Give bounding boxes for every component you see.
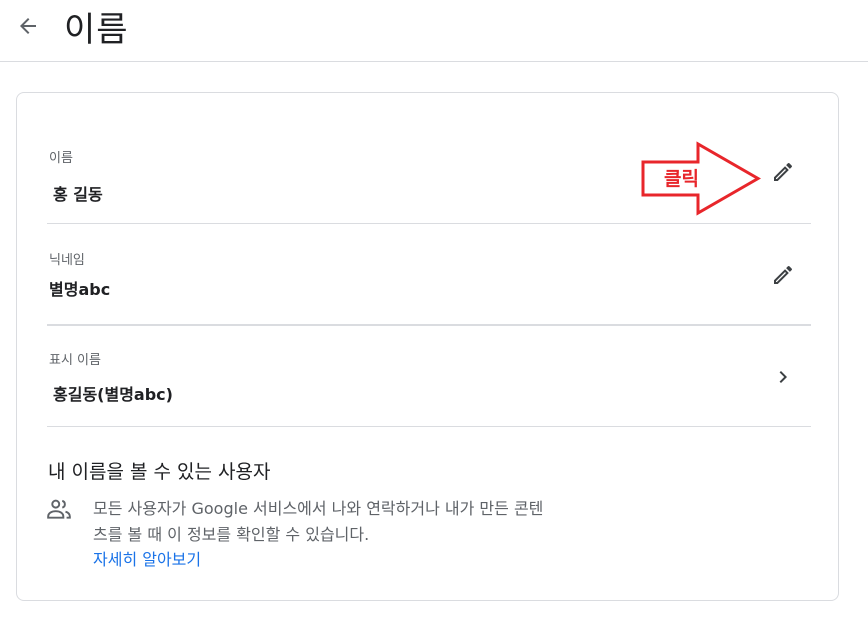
top-app-bar: 이름 xyxy=(0,0,868,62)
nickname-value: 별명abc xyxy=(49,280,111,299)
annotation-arrow xyxy=(641,141,761,216)
name-label: 이름 xyxy=(49,151,73,166)
people-icon xyxy=(47,499,71,519)
visibility-description: 모든 사용자가 Google 서비스에서 나와 연락하거나 내가 만든 콘텐츠를… xyxy=(93,499,544,544)
annotation-label: 클릭 xyxy=(664,168,699,190)
pencil-icon xyxy=(774,265,793,284)
name-value: 홍 길동 xyxy=(53,185,103,204)
back-button[interactable] xyxy=(12,10,44,42)
edit-nickname-button[interactable] xyxy=(769,261,797,289)
display-name-label: 표시 이름 xyxy=(49,353,101,368)
display-name-open-button[interactable] xyxy=(769,363,797,391)
visibility-heading: 내 이름을 볼 수 있는 사용자 xyxy=(48,461,271,483)
edit-name-button[interactable] xyxy=(769,158,797,186)
display-name-value: 홍길동(별명abc) xyxy=(53,385,173,404)
arrow-back-icon xyxy=(20,18,36,34)
page-title: 이름 xyxy=(64,10,129,50)
divider xyxy=(47,426,811,427)
display-name-row[interactable]: 표시 이름 홍길동(별명abc) xyxy=(47,326,811,426)
chevron-right-icon xyxy=(779,371,787,383)
nickname-label: 닉네임 xyxy=(49,253,85,268)
pencil-icon xyxy=(774,162,793,181)
learn-more-link[interactable]: 자세히 알아보기 xyxy=(93,546,201,570)
nickname-row[interactable]: 닉네임 별명abc xyxy=(47,224,811,324)
